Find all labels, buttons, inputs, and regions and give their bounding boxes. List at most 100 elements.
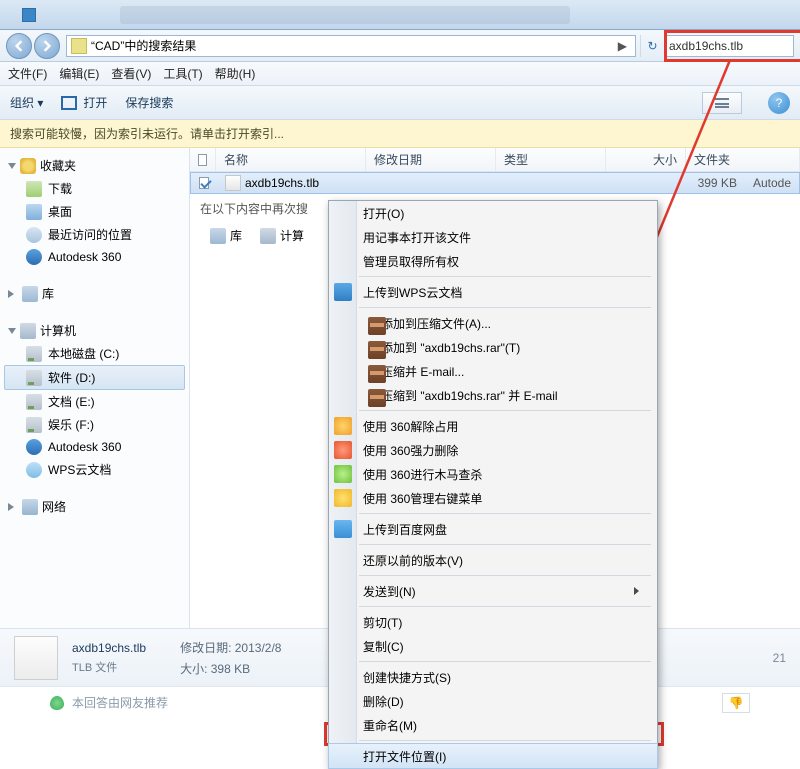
forward-button[interactable] xyxy=(34,33,60,59)
context-menu-separator xyxy=(359,276,651,277)
context-menu-separator xyxy=(359,606,651,607)
s360c-icon xyxy=(334,465,352,483)
context-menu-label: 发送到(N) xyxy=(363,583,416,600)
context-menu-label: 打开(O) xyxy=(363,205,404,222)
menu-bar: 文件(F) 编辑(E) 查看(V) 工具(T) 帮助(H) xyxy=(0,62,800,86)
context-menu-item[interactable]: 复制(C) xyxy=(329,634,657,658)
folder-icon xyxy=(71,38,87,54)
context-menu-item[interactable]: 添加到压缩文件(A)... xyxy=(329,311,657,335)
column-name[interactable]: 名称 xyxy=(216,148,366,171)
context-menu-item[interactable]: 创建快捷方式(S) xyxy=(329,665,657,689)
context-menu-item[interactable]: 用记事本打开该文件 xyxy=(329,225,657,249)
menu-view[interactable]: 查看(V) xyxy=(111,65,151,82)
sidebar-item-desktop[interactable]: 桌面 xyxy=(4,200,185,223)
column-date[interactable]: 修改日期 xyxy=(366,148,496,171)
drive-icon xyxy=(26,394,42,410)
context-menu-item[interactable]: 删除(D) xyxy=(329,689,657,713)
context-menu-item[interactable]: 使用 360管理右键菜单 xyxy=(329,486,657,510)
search-again-libraries[interactable]: 库 xyxy=(210,227,242,244)
context-menu-item[interactable]: 发送到(N) xyxy=(329,579,657,603)
context-menu-separator xyxy=(359,544,651,545)
context-menu-item[interactable]: 剪切(T) xyxy=(329,610,657,634)
drive-icon xyxy=(26,370,42,386)
open-button[interactable]: 打开 xyxy=(61,94,107,111)
s360a-icon xyxy=(334,417,352,435)
menu-help[interactable]: 帮助(H) xyxy=(215,65,256,82)
info-bar[interactable]: 搜索可能较慢，因为索引未运行。请单击打开索引... xyxy=(0,120,800,148)
column-headers: 名称 修改日期 类型 大小 文件夹 xyxy=(190,148,800,172)
column-size[interactable]: 大小 xyxy=(606,148,686,171)
sidebar-item-autodesk360-drive[interactable]: Autodesk 360 xyxy=(4,436,185,458)
sidebar-item-drive-c[interactable]: 本地磁盘 (C:) xyxy=(4,342,185,365)
address-arrow: ▶ xyxy=(614,39,631,53)
context-menu-item[interactable]: 压缩并 E-mail... xyxy=(329,359,657,383)
help-button[interactable]: ? xyxy=(768,92,790,114)
sidebar-group-network[interactable]: 网络 xyxy=(4,495,185,518)
computer-icon xyxy=(260,228,276,244)
cloud-icon xyxy=(26,462,42,478)
address-text: “CAD”中的搜索结果 xyxy=(91,37,614,54)
submenu-arrow-icon xyxy=(634,587,639,595)
context-menu-item[interactable]: 管理员取得所有权 xyxy=(329,249,657,273)
context-menu-label: 使用 360强力删除 xyxy=(363,442,458,459)
context-menu-label: 添加到压缩文件(A)... xyxy=(381,315,491,332)
row-checkbox[interactable] xyxy=(199,177,209,189)
s360d-icon xyxy=(334,489,352,507)
sidebar-item-drive-d[interactable]: 软件 (D:) xyxy=(4,365,185,390)
menu-tools[interactable]: 工具(T) xyxy=(163,65,202,82)
context-menu-item[interactable]: 压缩到 "axdb19chs.rar" 并 E-mail xyxy=(329,383,657,407)
address-bar[interactable]: “CAD”中的搜索结果 ▶ xyxy=(66,35,636,57)
save-search-button[interactable]: 保存搜索 xyxy=(125,94,173,111)
context-menu-item[interactable]: 使用 360进行木马查杀 xyxy=(329,462,657,486)
sidebar-item-autodesk360[interactable]: Autodesk 360 xyxy=(4,246,185,268)
refresh-button[interactable]: ↻ xyxy=(640,35,664,57)
search-input[interactable] xyxy=(664,35,794,57)
sidebar-group-favorites[interactable]: 收藏夹 xyxy=(4,154,185,177)
context-menu-label: 重命名(M) xyxy=(363,717,417,734)
row-folder: Autode xyxy=(745,173,799,193)
sidebar-item-drive-f[interactable]: 娱乐 (F:) xyxy=(4,413,185,436)
context-menu-separator xyxy=(359,575,651,576)
search-again-computer[interactable]: 计算 xyxy=(260,227,304,244)
context-menu-item[interactable]: 打开(O) xyxy=(329,201,657,225)
context-menu-item[interactable]: 使用 360强力删除 xyxy=(329,438,657,462)
footer-text: 本回答由网友推荐 xyxy=(72,694,168,711)
row-size: 399 KB xyxy=(665,173,745,193)
thumbs-down-button[interactable]: 👎 xyxy=(722,693,750,713)
context-menu-label: 删除(D) xyxy=(363,693,404,710)
context-menu-item[interactable]: 打开文件位置(I) xyxy=(329,744,657,768)
sidebar-item-downloads[interactable]: 下载 xyxy=(4,177,185,200)
context-menu-item[interactable]: 添加到 "axdb19chs.rar"(T) xyxy=(329,335,657,359)
download-icon xyxy=(26,181,42,197)
context-menu-item[interactable]: 上传到WPS云文档 xyxy=(329,280,657,304)
context-menu-label: 创建快捷方式(S) xyxy=(363,669,451,686)
file-row[interactable]: axdb19chs.tlb 399 KB Autode xyxy=(190,172,800,194)
sidebar-item-drive-e[interactable]: 文档 (E:) xyxy=(4,390,185,413)
context-menu-item[interactable]: 重命名(M) xyxy=(329,713,657,737)
sidebar-group-computer[interactable]: 计算机 xyxy=(4,319,185,342)
column-checkbox[interactable] xyxy=(190,148,216,171)
context-menu-label: 添加到 "axdb19chs.rar"(T) xyxy=(381,339,520,356)
details-filetype: TLB 文件 xyxy=(72,659,146,675)
context-menu-item[interactable]: 上传到百度网盘 xyxy=(329,517,657,541)
context-menu-item[interactable]: 还原以前的版本(V) xyxy=(329,548,657,572)
a360-icon xyxy=(26,439,42,455)
drive-icon xyxy=(26,346,42,362)
rar-icon xyxy=(368,341,386,359)
context-menu-item[interactable]: 使用 360解除占用 xyxy=(329,414,657,438)
column-type[interactable]: 类型 xyxy=(496,148,606,171)
view-button[interactable] xyxy=(702,92,742,114)
context-menu-separator xyxy=(359,740,651,741)
context-menu-label: 压缩并 E-mail... xyxy=(381,363,464,380)
nav-row: “CAD”中的搜索结果 ▶ ↻ xyxy=(0,30,800,62)
back-button[interactable] xyxy=(6,33,32,59)
sidebar-item-wps-cloud[interactable]: WPS云文档 xyxy=(4,458,185,481)
computer-icon xyxy=(20,323,36,339)
library-icon xyxy=(22,286,38,302)
menu-file[interactable]: 文件(F) xyxy=(8,65,47,82)
sidebar-item-recent[interactable]: 最近访问的位置 xyxy=(4,223,185,246)
column-folder[interactable]: 文件夹 xyxy=(686,148,800,171)
menu-edit[interactable]: 编辑(E) xyxy=(59,65,99,82)
organize-button[interactable]: 组织 ▾ xyxy=(10,94,43,111)
sidebar-group-libraries[interactable]: 库 xyxy=(4,282,185,305)
